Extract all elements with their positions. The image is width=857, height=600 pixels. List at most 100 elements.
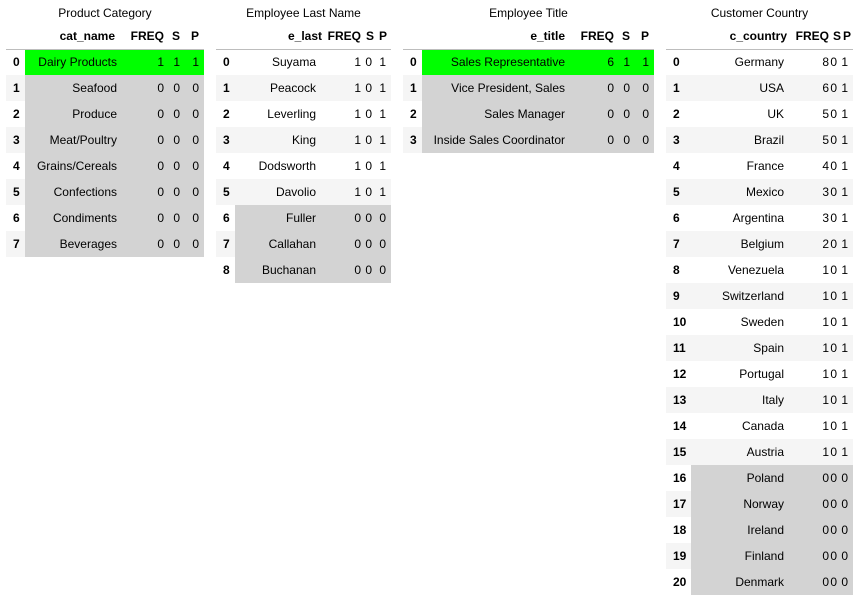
cell-name: Switzerland [691,283,792,309]
row-index: 3 [403,127,422,153]
cell-p: 0 [634,127,654,153]
row-index: 0 [666,49,691,75]
cell-freq: 0 [125,231,164,257]
cell-name: Austria [691,439,792,465]
cell-name: Dairy Products [25,49,125,75]
cell-freq: 6 [792,75,829,101]
cell-s: 1 [614,49,634,75]
cell-freq: 1 [792,283,829,309]
cell-freq: 0 [125,153,164,179]
cell-name: Davolio [235,179,324,205]
table-row: 14 Canada 1 0 1 [666,413,853,439]
cell-s: 0 [614,101,634,127]
table-row: 2 UK 5 0 1 [666,101,853,127]
cell-name: UK [691,101,792,127]
table-title: Employee Title [489,6,568,20]
row-index: 1 [6,75,25,101]
cell-s: 0 [361,205,376,231]
table-row: 4 France 4 0 1 [666,153,853,179]
table-row: 6 Condiments 0 0 0 [6,205,204,231]
row-index: 0 [403,49,422,75]
cell-freq: 0 [792,491,829,517]
cell-freq: 5 [792,127,829,153]
cell-s: 0 [829,49,841,75]
cell-freq: 0 [125,75,164,101]
table-row: 4 Dodsworth 1 0 1 [216,153,391,179]
cell-s: 0 [829,543,841,569]
cell-freq: 0 [573,127,614,153]
row-index: 11 [666,335,691,361]
table-title: Customer Country [710,6,809,20]
cell-p: 0 [184,75,204,101]
cell-name: Venezuela [691,257,792,283]
cell-p: 0 [634,101,654,127]
row-index: 0 [216,49,235,75]
table-row: 0 Germany 8 0 1 [666,49,853,75]
cell-name: Belgium [691,231,792,257]
row-index: 1 [403,75,422,101]
cell-freq: 5 [792,101,829,127]
cell-freq: 1 [792,257,829,283]
cell-s: 0 [164,179,184,205]
cell-name: Sales Manager [422,101,573,127]
cell-p: 1 [841,153,853,179]
cell-freq: 0 [573,101,614,127]
index-header [216,23,235,50]
row-index: 5 [6,179,25,205]
cell-s: 0 [361,75,376,101]
row-index: 8 [666,257,691,283]
cell-s: 0 [361,231,376,257]
column-header: FREQ [125,23,164,50]
row-index: 7 [6,231,25,257]
cell-s: 0 [361,257,376,283]
cell-freq: 0 [792,543,829,569]
cell-freq: 3 [792,179,829,205]
row-index: 8 [216,257,235,283]
cell-p: 1 [376,127,391,153]
cell-freq: 1 [792,309,829,335]
cell-name: Argentina [691,205,792,231]
row-index: 2 [6,101,25,127]
cell-name: Denmark [691,569,792,595]
row-index: 1 [666,75,691,101]
cell-p: 1 [841,387,853,413]
cell-freq: 0 [324,257,361,283]
cell-name: Peacock [235,75,324,101]
cell-name: Confections [25,179,125,205]
cell-p: 0 [184,205,204,231]
table-row: 15 Austria 1 0 1 [666,439,853,465]
cell-name: Sweden [691,309,792,335]
table-title: Employee Last Name [246,6,361,20]
table-row: 10 Sweden 1 0 1 [666,309,853,335]
cell-freq: 1 [792,335,829,361]
cell-s: 0 [829,153,841,179]
cell-s: 0 [164,153,184,179]
row-index: 6 [666,205,691,231]
table-title: Product Category [58,6,152,20]
cell-s: 0 [829,491,841,517]
cell-p: 1 [376,179,391,205]
cell-name: Callahan [235,231,324,257]
table-row: 3 King 1 0 1 [216,127,391,153]
cell-name: Condiments [25,205,125,231]
cell-name: Leverling [235,101,324,127]
table-row: 7 Belgium 2 0 1 [666,231,853,257]
row-index: 2 [216,101,235,127]
cell-name: Mexico [691,179,792,205]
table-row: 8 Venezuela 1 0 1 [666,257,853,283]
cell-name: Finland [691,543,792,569]
table-row: 2 Produce 0 0 0 [6,101,204,127]
cell-s: 0 [614,127,634,153]
cell-s: 0 [164,101,184,127]
cell-freq: 0 [125,101,164,127]
cell-p: 1 [841,101,853,127]
cell-freq: 8 [792,49,829,75]
cell-s: 0 [361,49,376,75]
cell-p: 0 [841,465,853,491]
cell-s: 0 [164,127,184,153]
cell-freq: 1 [324,49,361,75]
cell-freq: 0 [125,205,164,231]
header-row: e_title FREQ S P [403,23,654,50]
row-index: 1 [216,75,235,101]
table-row: 9 Switzerland 1 0 1 [666,283,853,309]
